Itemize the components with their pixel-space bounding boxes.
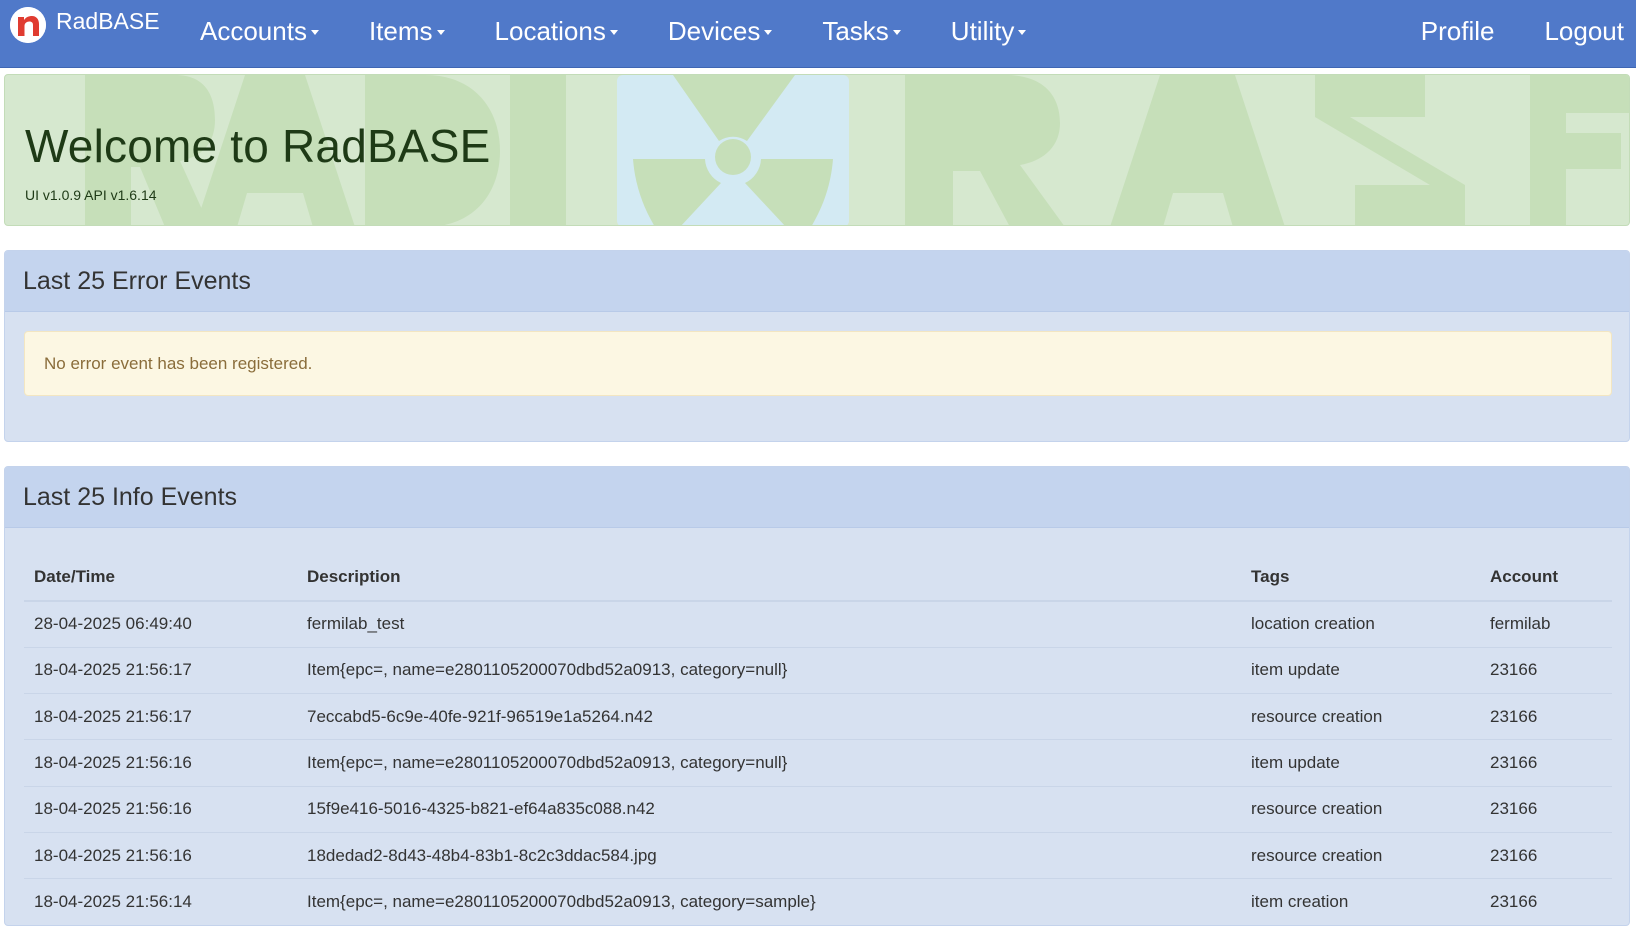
- brand-name: RadBASE: [56, 7, 160, 34]
- cell-datetime: 18-04-2025 21:56:14: [24, 878, 297, 925]
- top-navbar: RadBASE Accounts Items Locations Devices…: [0, 0, 1636, 68]
- nav-tasks-label: Tasks: [822, 15, 889, 46]
- cell-account: 23166: [1480, 646, 1612, 694]
- user-menu: Profile Logout: [1371, 0, 1624, 62]
- column-header-account: Account: [1480, 553, 1612, 602]
- cell-account: 23166: [1480, 831, 1612, 879]
- page-title: Welcome to RadBASE: [25, 120, 491, 172]
- info-events-heading: Last 25 Info Events: [5, 467, 1629, 528]
- nav-devices-label: Devices: [667, 15, 761, 46]
- cell-datetime: 18-04-2025 21:56:16: [24, 831, 297, 879]
- cell-description: Item{epc=, name=e2801105200070dbd52a0913…: [297, 646, 1241, 694]
- table-header-row: Date/Time Description Tags Account: [24, 553, 1612, 602]
- cell-tags: resource creation: [1241, 693, 1480, 740]
- caret-down-icon: [1018, 30, 1027, 35]
- cell-description: fermilab_test: [297, 600, 1241, 648]
- caret-down-icon: [609, 30, 618, 35]
- welcome-banner: Welcome to RadBASE UI v1.0.9 API v1.6.14: [4, 74, 1630, 226]
- column-header-datetime: Date/Time: [24, 553, 297, 602]
- nav-locations-label: Locations: [494, 15, 606, 46]
- nav-items-label: Items: [368, 15, 433, 46]
- nav-utility-label: Utility: [950, 15, 1015, 46]
- info-events-panel: Last 25 Info Events Date/Time Descriptio…: [4, 466, 1630, 926]
- cell-datetime: 18-04-2025 21:56:17: [24, 646, 297, 694]
- brand-link[interactable]: RadBASE: [10, 4, 160, 46]
- caret-down-icon: [764, 30, 773, 35]
- table-row: 18-04-2025 21:56:14 Item{epc=, name=e280…: [24, 878, 1612, 925]
- cell-tags: item creation: [1241, 878, 1480, 925]
- nav-devices-dropdown[interactable]: Devices: [667, 15, 773, 47]
- cell-account: 23166: [1480, 693, 1612, 740]
- no-errors-alert: No error event has been registered.: [24, 331, 1612, 396]
- table-row: 18-04-2025 21:56:16 Item{epc=, name=e280…: [24, 739, 1612, 787]
- cell-tags: location creation: [1241, 600, 1480, 648]
- nav-utility-dropdown[interactable]: Utility: [951, 16, 1027, 47]
- cell-description: Item{epc=, name=e2801105200070dbd52a0913…: [297, 878, 1241, 925]
- column-header-tags: Tags: [1241, 553, 1480, 602]
- column-header-description: Description: [297, 553, 1241, 602]
- cell-account: 23166: [1480, 785, 1612, 833]
- table-row: 18-04-2025 21:56:17 7eccabd5-6c9e-40fe-9…: [24, 693, 1612, 740]
- table-row: 18-04-2025 21:56:17 Item{epc=, name=e280…: [24, 646, 1612, 694]
- error-events-panel: Last 25 Error Events No error event has …: [4, 250, 1630, 442]
- cell-description: 15f9e416-5016-4325-b821-ef64a835c088.n42: [297, 785, 1241, 833]
- nav-items-dropdown[interactable]: Items: [369, 16, 445, 47]
- main-menu: Accounts Items Locations Devices Tasks U…: [200, 0, 1076, 62]
- cell-tags: resource creation: [1241, 785, 1480, 833]
- cell-datetime: 18-04-2025 21:56:16: [24, 785, 297, 833]
- cell-tags: item update: [1241, 646, 1480, 694]
- cell-datetime: 18-04-2025 21:56:16: [24, 739, 297, 787]
- cell-account: fermilab: [1480, 600, 1612, 648]
- cell-account: 23166: [1480, 878, 1612, 925]
- cell-tags: resource creation: [1241, 831, 1480, 879]
- info-events-table: Date/Time Description Tags Account 28-04…: [24, 553, 1612, 925]
- cell-description: 18dedad2-8d43-48b4-83b1-8c2c3ddac584.jpg: [297, 831, 1241, 879]
- logout-link[interactable]: Logout: [1544, 16, 1624, 47]
- cell-account: 23166: [1480, 739, 1612, 787]
- radiation-icon: [617, 75, 849, 225]
- cell-datetime: 18-04-2025 21:56:17: [24, 693, 297, 740]
- table-row: 28-04-2025 06:49:40 fermilab_test locati…: [24, 600, 1612, 648]
- cell-tags: item update: [1241, 739, 1480, 787]
- cell-datetime: 28-04-2025 06:49:40: [24, 600, 297, 648]
- version-text: UI v1.0.9 API v1.6.14: [25, 187, 157, 203]
- caret-down-icon: [892, 30, 901, 35]
- table-row: 18-04-2025 21:56:16 18dedad2-8d43-48b4-8…: [24, 831, 1612, 879]
- nav-tasks-dropdown[interactable]: Tasks: [822, 15, 901, 47]
- error-events-heading: Last 25 Error Events: [5, 251, 1629, 312]
- profile-link[interactable]: Profile: [1421, 16, 1495, 47]
- cell-description: 7eccabd5-6c9e-40fe-921f-96519e1a5264.n42: [297, 693, 1241, 740]
- nav-accounts-label: Accounts: [200, 15, 307, 46]
- cell-description: Item{epc=, name=e2801105200070dbd52a0913…: [297, 739, 1241, 787]
- rad-logo-icon: [10, 7, 46, 43]
- nav-accounts-dropdown[interactable]: Accounts: [200, 16, 319, 47]
- table-row: 18-04-2025 21:56:16 15f9e416-5016-4325-b…: [24, 785, 1612, 833]
- nav-locations-dropdown[interactable]: Locations: [495, 16, 618, 47]
- caret-down-icon: [436, 30, 445, 35]
- caret-down-icon: [310, 30, 319, 35]
